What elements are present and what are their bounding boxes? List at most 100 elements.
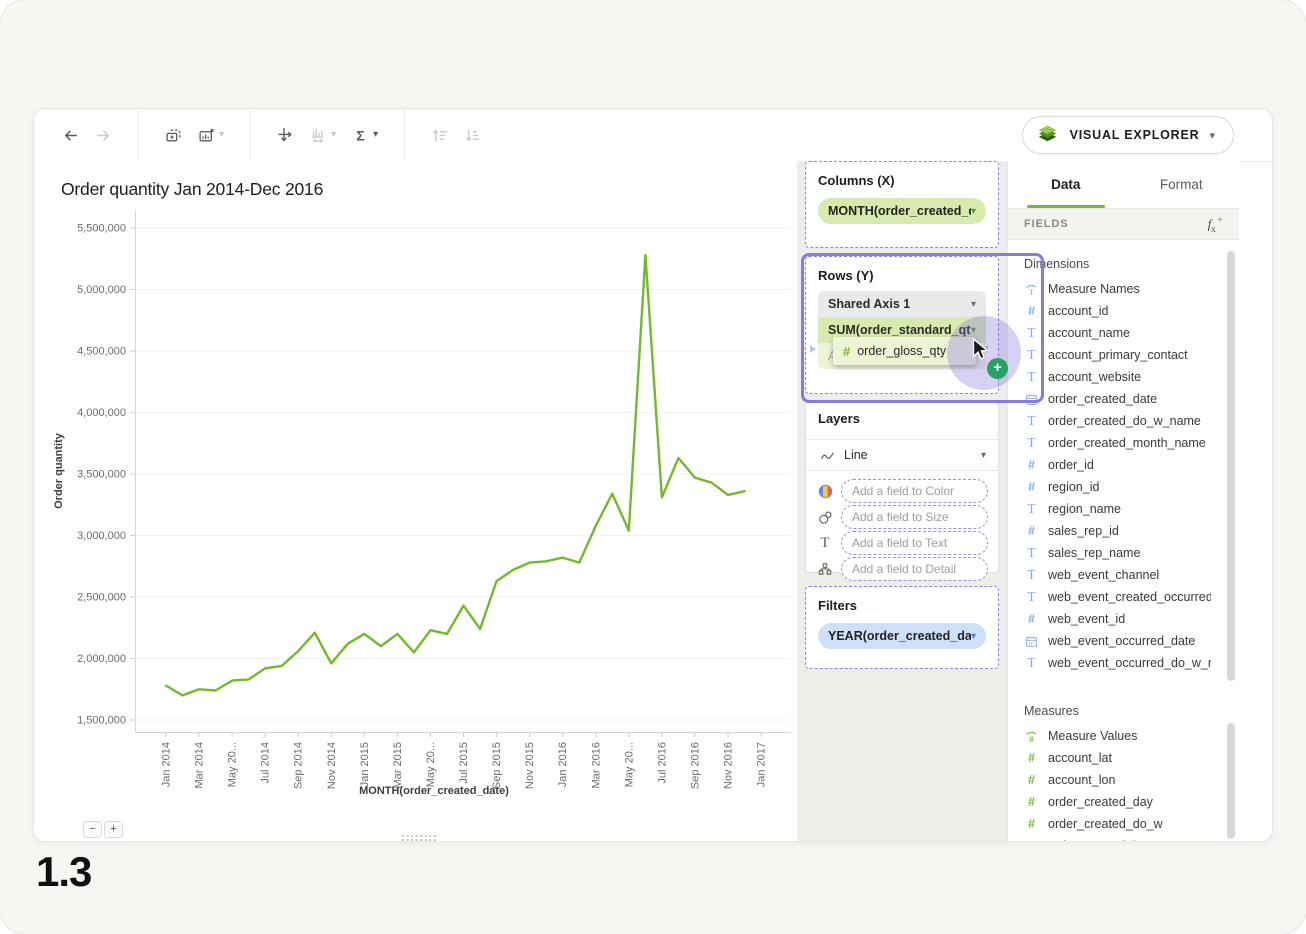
field-label: order_created_month_name <box>1048 436 1206 450</box>
filter-field-pill[interactable]: YEAR(order_created_date) ▾ <box>818 623 986 649</box>
columns-field-pill[interactable]: MONTH(order_created_d... ▾ <box>818 198 986 224</box>
field-label: web_event_channel <box>1048 568 1159 582</box>
zoom-out-button[interactable]: − <box>83 821 102 838</box>
field-row[interactable]: Taccount_website <box>1024 366 1211 388</box>
toolbar-swap-axes-button[interactable] <box>277 127 294 144</box>
detail-drop-zone[interactable]: Add a field to Detail <box>841 557 988 581</box>
mark-type-label: Line <box>844 448 973 462</box>
chart-resize-handle[interactable] <box>401 834 437 842</box>
field-row[interactable]: #sales_rep_id <box>1024 520 1211 542</box>
zoom-in-button[interactable]: + <box>104 821 123 838</box>
field-row[interactable]: Tsales_rep_name <box>1024 542 1211 564</box>
svg-text:Jul 2015: Jul 2015 <box>458 742 470 784</box>
fields-section-header: FIELDS fx+ <box>1008 209 1239 240</box>
svg-text:2,000,000: 2,000,000 <box>77 653 126 665</box>
field-row[interactable]: #Measure Values <box>1024 725 1211 747</box>
field-row[interactable]: web_event_occurred_date <box>1024 630 1211 652</box>
fields-tabs: Data Format <box>1008 161 1239 209</box>
field-label: web_event_occurred_date <box>1048 634 1195 648</box>
field-row[interactable]: TMeasure Names <box>1024 278 1211 300</box>
field-row[interactable]: Torder_created_month_name <box>1024 432 1211 454</box>
field-label: region_name <box>1048 502 1121 516</box>
date-icon <box>1024 393 1039 406</box>
number-icon: # <box>1024 524 1039 538</box>
svg-text:Jan 2015: Jan 2015 <box>359 742 371 787</box>
text-icon: T <box>1024 325 1039 341</box>
field-row[interactable]: #account_lat <box>1024 747 1211 769</box>
svg-text:Mar 2016: Mar 2016 <box>590 742 602 788</box>
field-row[interactable]: #account_lon <box>1024 769 1211 791</box>
field-row[interactable]: #web_event_id <box>1024 608 1211 630</box>
rows-shelf-title: Rows (Y) <box>818 265 986 287</box>
toolbar-duplicate-viz-button[interactable] <box>165 127 182 144</box>
columns-shelf-title: Columns (X) <box>818 171 986 191</box>
svg-text:Nov 2015: Nov 2015 <box>524 742 536 789</box>
chart-zoom-controls: − + <box>83 821 123 838</box>
field-label: account_id <box>1048 304 1108 318</box>
size-icon <box>816 510 834 525</box>
svg-text:Jan 2016: Jan 2016 <box>557 742 569 787</box>
field-row[interactable]: #order_created_do_w <box>1024 813 1211 835</box>
visual-explorer-card: ▾ ▾ Σ▾ VISUAL EXPLORER ▾ Order quantity Ja… <box>33 108 1273 842</box>
workspace: Order quantity Jan 2014-Dec 2016 5,500,0… <box>34 161 1272 841</box>
size-drop-zone[interactable]: Add a field to Size <box>841 505 988 529</box>
tab-format-label: Format <box>1160 177 1203 192</box>
number-icon: # <box>1024 839 1039 842</box>
field-row[interactable]: Tweb_event_channel <box>1024 564 1211 586</box>
field-row[interactable]: order_created_date <box>1024 388 1211 410</box>
field-label: web_event_occurred_do_w_na... <box>1048 656 1211 670</box>
mark-type-select[interactable]: Line ▾ <box>806 440 998 471</box>
number-icon: # <box>1024 480 1039 494</box>
field-row[interactable]: #account_id <box>1024 300 1211 322</box>
field-row[interactable]: #order_id <box>1024 454 1211 476</box>
chevron-down-icon: ▾ <box>331 130 336 140</box>
svg-text:4,000,000: 4,000,000 <box>77 407 126 419</box>
field-row[interactable]: Tregion_name <box>1024 498 1211 520</box>
field-row[interactable]: Taccount_name <box>1024 322 1211 344</box>
field-label: account_lat <box>1048 751 1112 765</box>
field-label: account_lon <box>1048 773 1115 787</box>
number-icon: # <box>1024 817 1039 831</box>
tab-data-label: Data <box>1051 177 1080 192</box>
shared-axis-pill[interactable]: Shared Axis 1 ▾ <box>818 291 986 317</box>
fields-list: Dimensions TMeasure Names#account_idTacc… <box>1008 240 1239 842</box>
dimensions-scrollbar[interactable] <box>1227 251 1235 681</box>
svg-text:4,500,000: 4,500,000 <box>77 346 126 358</box>
svg-text:2,500,000: 2,500,000 <box>77 592 126 604</box>
toolbar-sort-descending-button <box>464 127 481 144</box>
field-label: account_name <box>1048 326 1130 340</box>
toolbar-forward-button <box>95 127 112 144</box>
field-row[interactable]: Tweb_event_created_occurred... <box>1024 586 1211 608</box>
detail-icon <box>816 562 834 576</box>
visual-explorer-button[interactable]: VISUAL EXPLORER ▾ <box>1022 116 1234 154</box>
color-drop-zone[interactable]: Add a field to Color <box>841 479 988 503</box>
filters-shelf: Filters YEAR(order_created_date) ▾ <box>805 586 999 669</box>
toolbar-group: ▾ <box>139 109 250 161</box>
filters-title: Filters <box>818 595 986 617</box>
date-icon <box>1024 635 1039 648</box>
svg-text:5,500,000: 5,500,000 <box>77 223 126 235</box>
svg-text:Σ: Σ <box>356 127 364 143</box>
field-row[interactable]: Torder_created_do_w_name <box>1024 410 1211 432</box>
line-chart[interactable]: 5,500,0005,000,0004,500,0004,000,0003,50… <box>34 161 797 842</box>
svg-text:Jan 2017: Jan 2017 <box>756 742 768 787</box>
page-number: 1.3 <box>36 848 91 896</box>
rows-field-label: SUM(order_standard_qty) <box>828 323 971 337</box>
field-row[interactable]: Tweb_event_occurred_do_w_na... <box>1024 652 1211 674</box>
svg-text:Sep 2014: Sep 2014 <box>293 742 305 789</box>
field-row[interactable]: #order_created_hour <box>1024 835 1211 842</box>
toolbar-remove-viz-button[interactable]: ▾ <box>198 127 224 144</box>
toolbar-sigma-button[interactable]: Σ▾ <box>352 127 378 144</box>
add-calculated-field-button[interactable]: fx+ <box>1208 214 1223 234</box>
chevron-down-icon: ▾ <box>219 130 224 140</box>
measures-scrollbar[interactable] <box>1227 723 1235 839</box>
field-row[interactable]: #order_created_day <box>1024 791 1211 813</box>
tab-format[interactable]: Format <box>1124 161 1240 208</box>
text-drop-zone[interactable]: Add a field to Text <box>841 531 988 555</box>
field-row[interactable]: #region_id <box>1024 476 1211 498</box>
svg-text:Jul 2016: Jul 2016 <box>656 742 668 784</box>
tab-data[interactable]: Data <box>1008 161 1124 208</box>
toolbar-back-button[interactable] <box>62 127 79 144</box>
field-row[interactable]: Taccount_primary_contact <box>1024 344 1211 366</box>
toolbar: ▾ ▾ Σ▾ VISUAL EXPLORER ▾ <box>34 109 1272 162</box>
